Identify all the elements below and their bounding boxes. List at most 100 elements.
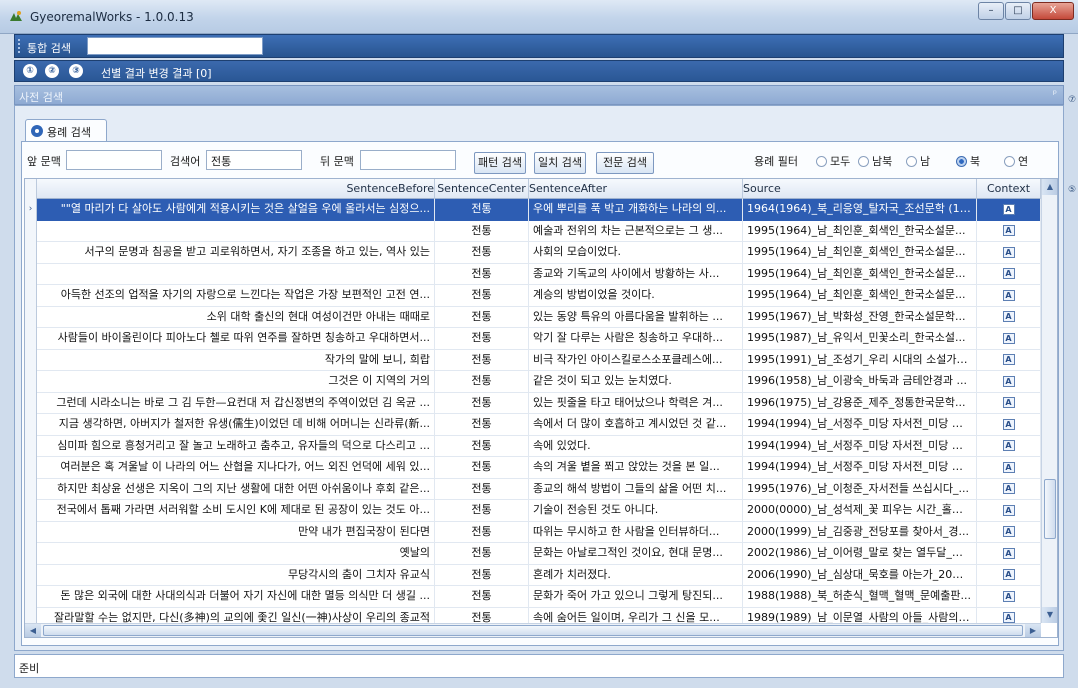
cell-source[interactable]: 1995(1964)_남_최인훈_회색인_한국소설문...: [743, 263, 977, 285]
table-row[interactable]: 전통 종교와 기독교의 사이에서 방황하는 사... 1995(1964)_남_최인…: [25, 263, 1041, 285]
cell-sentence-center[interactable]: 전통: [435, 328, 529, 350]
cell-source[interactable]: 2002(1986)_남_이어령_말로 찾는 열두달_말...: [743, 543, 977, 565]
cell-source[interactable]: 1996(1975)_남_강용준_제주_정통한국문학...: [743, 392, 977, 414]
table-row[interactable]: 무당각시의 춤이 그치자 유교식 전통 혼례가 치러졌다. 2006(1990)_남_…: [25, 564, 1041, 586]
context-icon[interactable]: A: [1002, 418, 1015, 430]
row-indicator[interactable]: [25, 564, 37, 586]
table-row[interactable]: 하지만 최상윤 선생은 지옥이 그의 지난 생활에 대한 어떤 아쉬움이나 후회…: [25, 478, 1041, 500]
cell-sentence-center[interactable]: 전통: [435, 478, 529, 500]
context-icon[interactable]: A: [1002, 268, 1015, 279]
cell-sentence-center[interactable]: 전통: [435, 414, 529, 436]
row-indicator[interactable]: [25, 586, 37, 608]
cell-source[interactable]: 1994(1994)_남_서정주_미당 자서전_미당 자...: [743, 435, 977, 457]
cell-sentence-before[interactable]: 그런데 시라소니는 바로 그 김 두한—요컨대 저 갑신정변의 주역이었던 김 …: [37, 392, 435, 414]
cell-source[interactable]: 1995(1976)_남_이청준_자서전들 쓰십시다_...: [743, 478, 977, 500]
cell-sentence-before[interactable]: 그것은 이 지역의 거의: [37, 371, 435, 393]
row-indicator[interactable]: [25, 306, 37, 328]
filter-all-radio[interactable]: 모두: [816, 153, 850, 169]
filter-yanbian-radio[interactable]: 연: [1004, 153, 1028, 169]
cell-sentence-after[interactable]: 종교의 해석 방법이 그들의 삶을 어떤 치...: [529, 478, 743, 500]
cell-sentence-before[interactable]: 옛날의: [37, 543, 435, 565]
step-1-icon[interactable]: ①: [23, 64, 37, 78]
context-icon[interactable]: A: [1002, 311, 1015, 322]
pin-icon[interactable]: ᵖ: [1053, 89, 1057, 100]
context-icon[interactable]: A: [1002, 590, 1015, 602]
cell-sentence-after[interactable]: 문화는 아날로그적인 것이요, 현대 문명...: [529, 543, 743, 565]
context-icon[interactable]: A: [1002, 461, 1015, 473]
horizontal-scroll-thumb[interactable]: [43, 625, 1023, 636]
cell-sentence-before[interactable]: 만약 내가 편집국장이 된다면: [37, 521, 435, 543]
context-icon[interactable]: A: [1002, 440, 1015, 451]
cell-sentence-before[interactable]: 여러분은 혹 겨울날 이 나라의 어느 산협을 지나다가, 어느 외진 언덕에 …: [37, 457, 435, 479]
column-sentence-center[interactable]: SentenceCenter: [435, 179, 529, 199]
context-icon[interactable]: A: [1002, 612, 1015, 623]
context-icon[interactable]: A: [1002, 354, 1015, 365]
toolbar-grip[interactable]: [18, 39, 20, 53]
keyword-input[interactable]: 전통: [206, 150, 302, 170]
row-indicator[interactable]: [25, 371, 37, 393]
table-row[interactable]: 심미파 힘으로 흥청거리고 잘 놀고 노래하고 춤추고, 유자들의 덕으로 다스…: [25, 435, 1041, 457]
cell-sentence-center[interactable]: 전통: [435, 242, 529, 264]
cell-sentence-after[interactable]: 예술과 전위의 차는 근본적으로는 그 생...: [529, 220, 743, 242]
table-row[interactable]: 사람들이 바이올린이다 피아노다 첼로 따위 연주를 잘하면 칭송하고 우대하면…: [25, 328, 1041, 350]
cell-source[interactable]: 1995(1991)_남_조성기_우리 시대의 소설가_...: [743, 349, 977, 371]
table-row[interactable]: 여러분은 혹 겨울날 이 나라의 어느 산협을 지나다가, 어느 외진 언덕에 …: [25, 457, 1041, 479]
cell-sentence-center[interactable]: 전통: [435, 586, 529, 608]
context-icon[interactable]: A: [1002, 569, 1015, 580]
table-row[interactable]: 옛날의 전통 문화는 아날로그적인 것이요, 현대 문명... 2002(1986)_…: [25, 543, 1041, 565]
cell-sentence-after[interactable]: 같은 것이 되고 있는 눈치였다.: [529, 371, 743, 393]
minimize-button[interactable]: –: [978, 2, 1004, 20]
cell-sentence-after[interactable]: 악기 잘 다루는 사람은 칭송하고 우대하...: [529, 328, 743, 350]
table-row[interactable]: 그것은 이 지역의 거의 전통 같은 것이 되고 있는 눈치였다. 1996(1958…: [25, 371, 1041, 393]
row-indicator[interactable]: [25, 263, 37, 285]
cell-sentence-after[interactable]: 비극 작가인 아이스킬로스소포클레스에...: [529, 349, 743, 371]
row-indicator[interactable]: ›: [25, 199, 37, 221]
vertical-scroll-thumb[interactable]: [1044, 479, 1056, 539]
context-icon[interactable]: A: [1002, 375, 1015, 387]
context-icon[interactable]: A: [1002, 246, 1015, 258]
cell-sentence-center[interactable]: 전통: [435, 543, 529, 565]
scroll-right-icon[interactable]: ▶: [1025, 624, 1041, 637]
cell-sentence-before[interactable]: 작가의 말에 보니, 희랍: [37, 349, 435, 371]
cell-sentence-center[interactable]: 전통: [435, 564, 529, 586]
step-2-icon[interactable]: ②: [45, 64, 59, 78]
cell-sentence-center[interactable]: 전통: [435, 306, 529, 328]
cell-sentence-center[interactable]: 전통: [435, 457, 529, 479]
table-row[interactable]: 그런데 시라소니는 바로 그 김 두한—요컨대 저 갑신정변의 주역이었던 김 …: [25, 392, 1041, 414]
cell-sentence-center[interactable]: 전통: [435, 349, 529, 371]
cell-sentence-after[interactable]: 있는 동양 특유의 아름다움을 발휘하는 ...: [529, 306, 743, 328]
cell-source[interactable]: 1995(1964)_남_최인훈_회색인_한국소설문...: [743, 242, 977, 264]
rail-tab-2[interactable]: ⑤: [1066, 185, 1078, 195]
tab-usage-search[interactable]: 용례 검색: [25, 119, 107, 141]
cell-source[interactable]: 1996(1958)_남_이광숙_바둑과 금테안경과 ...: [743, 371, 977, 393]
table-row[interactable]: 아득한 선조의 업적을 자기의 자랑으로 느낀다는 작업은 가장 보편적인 고전…: [25, 285, 1041, 307]
context-icon[interactable]: A: [1002, 483, 1015, 494]
cell-sentence-before[interactable]: [37, 220, 435, 242]
cell-sentence-after[interactable]: 속의 겨울 볕을 쬐고 앉았는 것을 본 일...: [529, 457, 743, 479]
row-indicator[interactable]: [25, 521, 37, 543]
cell-sentence-after[interactable]: 계승의 방법이었을 것이다.: [529, 285, 743, 307]
cell-sentence-center[interactable]: 전통: [435, 220, 529, 242]
cell-source[interactable]: 1988(1988)_북_허춘식_혈맥_혈맥_문예출판...: [743, 586, 977, 608]
column-sentence-after[interactable]: SentenceAfter: [529, 179, 743, 199]
cell-sentence-center[interactable]: 전통: [435, 263, 529, 285]
cell-sentence-after[interactable]: 속에 있었다.: [529, 435, 743, 457]
cell-sentence-center[interactable]: 전통: [435, 435, 529, 457]
cell-sentence-before[interactable]: 무당각시의 춤이 그치자 유교식: [37, 564, 435, 586]
row-indicator[interactable]: [25, 478, 37, 500]
cell-source[interactable]: 1995(1967)_남_박화성_잔영_한국소설문학...: [743, 306, 977, 328]
table-row[interactable]: 서구의 문명과 침공을 받고 괴로워하면서, 자기 조종을 하고 있는, 역사 …: [25, 242, 1041, 264]
row-indicator[interactable]: [25, 285, 37, 307]
cell-sentence-after[interactable]: 문화가 죽어 가고 있으니 그렇게 탕진되...: [529, 586, 743, 608]
cell-sentence-after[interactable]: 있는 핏줄을 타고 태어났으나 학력은 겨...: [529, 392, 743, 414]
context-icon[interactable]: A: [1002, 547, 1015, 559]
column-context[interactable]: Context: [977, 179, 1041, 199]
context-icon[interactable]: A: [1002, 203, 1015, 215]
scroll-down-icon[interactable]: ▼: [1042, 607, 1057, 623]
cell-sentence-after[interactable]: 사회의 모습이었다.: [529, 242, 743, 264]
step-3-icon[interactable]: ③: [69, 64, 83, 78]
filter-north-radio[interactable]: 북: [956, 153, 980, 169]
integrated-search-input[interactable]: [87, 37, 263, 55]
row-indicator[interactable]: [25, 500, 37, 522]
rail-tab-1[interactable]: ⑦: [1066, 95, 1078, 105]
